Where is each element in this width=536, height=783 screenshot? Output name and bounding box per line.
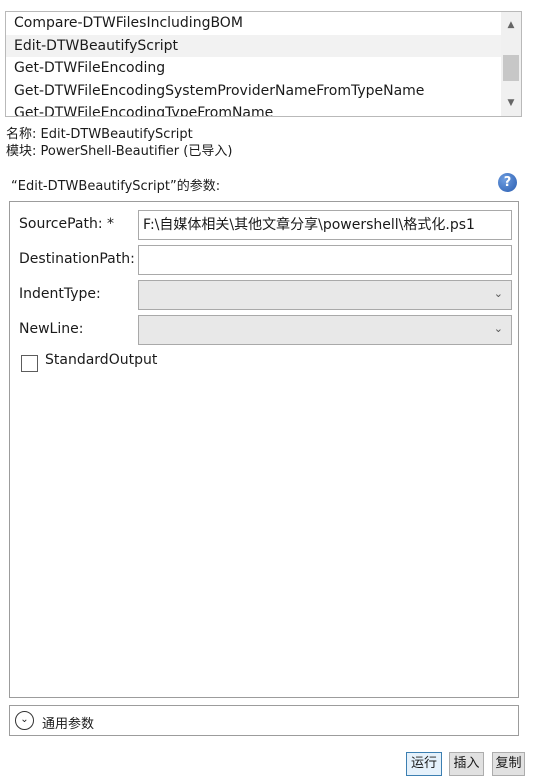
vertical-scrollbar[interactable]: ▲ ▼ (501, 12, 521, 116)
destination-path-label: DestinationPath: (19, 251, 135, 267)
standard-output-label: StandardOutput (45, 352, 158, 368)
parameters-panel: SourcePath: * F:\自媒体相关\其他文章分享\powershell… (9, 201, 519, 698)
command-module: 模块: PowerShell-Beautifier (已导入) (6, 144, 233, 159)
chevron-down-icon: ⌄ (493, 287, 503, 300)
list-item[interactable]: Get-DTWFileEncodingTypeFromName (6, 102, 501, 116)
list-item[interactable]: Get-DTWFileEncodingSystemProviderNameFro… (6, 80, 501, 103)
indent-type-label: IndentType: (19, 286, 101, 302)
source-path-label: SourcePath: * (19, 216, 115, 232)
insert-button[interactable]: 插入 (449, 752, 484, 776)
help-icon[interactable]: ? (498, 173, 517, 192)
standard-output-checkbox[interactable] (21, 355, 38, 372)
run-button[interactable]: 运行 (406, 752, 442, 776)
source-path-input[interactable]: F:\自媒体相关\其他文章分享\powershell\格式化.ps1 (138, 210, 512, 240)
expand-circle-icon[interactable]: ⌄ (15, 711, 34, 730)
common-parameters-section[interactable]: ⌄ 通用参数 (9, 705, 519, 736)
scroll-up-arrow-icon[interactable]: ▲ (501, 15, 521, 35)
list-item-selected[interactable]: Edit-DTWBeautifyScript (6, 34, 501, 58)
command-list[interactable]: Compare-DTWFilesIncludingBOM Edit-DTWBea… (5, 11, 522, 117)
common-parameters-label: 通用参数 (42, 717, 95, 732)
scrollbar-thumb[interactable] (503, 55, 519, 81)
list-item[interactable]: Compare-DTWFilesIncludingBOM (6, 12, 501, 35)
chevron-down-icon: ⌄ (493, 322, 503, 335)
copy-button[interactable]: 复制 (492, 752, 525, 776)
list-item[interactable]: Get-DTWFileEncoding (6, 57, 501, 80)
scroll-down-arrow-icon[interactable]: ▼ (501, 93, 521, 113)
parameters-title: “Edit-DTWBeautifyScript”的参数: (11, 179, 221, 194)
new-line-select[interactable]: ⌄ (138, 315, 512, 345)
new-line-label: NewLine: (19, 321, 84, 337)
command-name: 名称: Edit-DTWBeautifyScript (6, 127, 193, 142)
command-list-items: Compare-DTWFilesIncludingBOM Edit-DTWBea… (6, 12, 501, 116)
indent-type-select[interactable]: ⌄ (138, 280, 512, 310)
destination-path-input[interactable] (138, 245, 512, 275)
